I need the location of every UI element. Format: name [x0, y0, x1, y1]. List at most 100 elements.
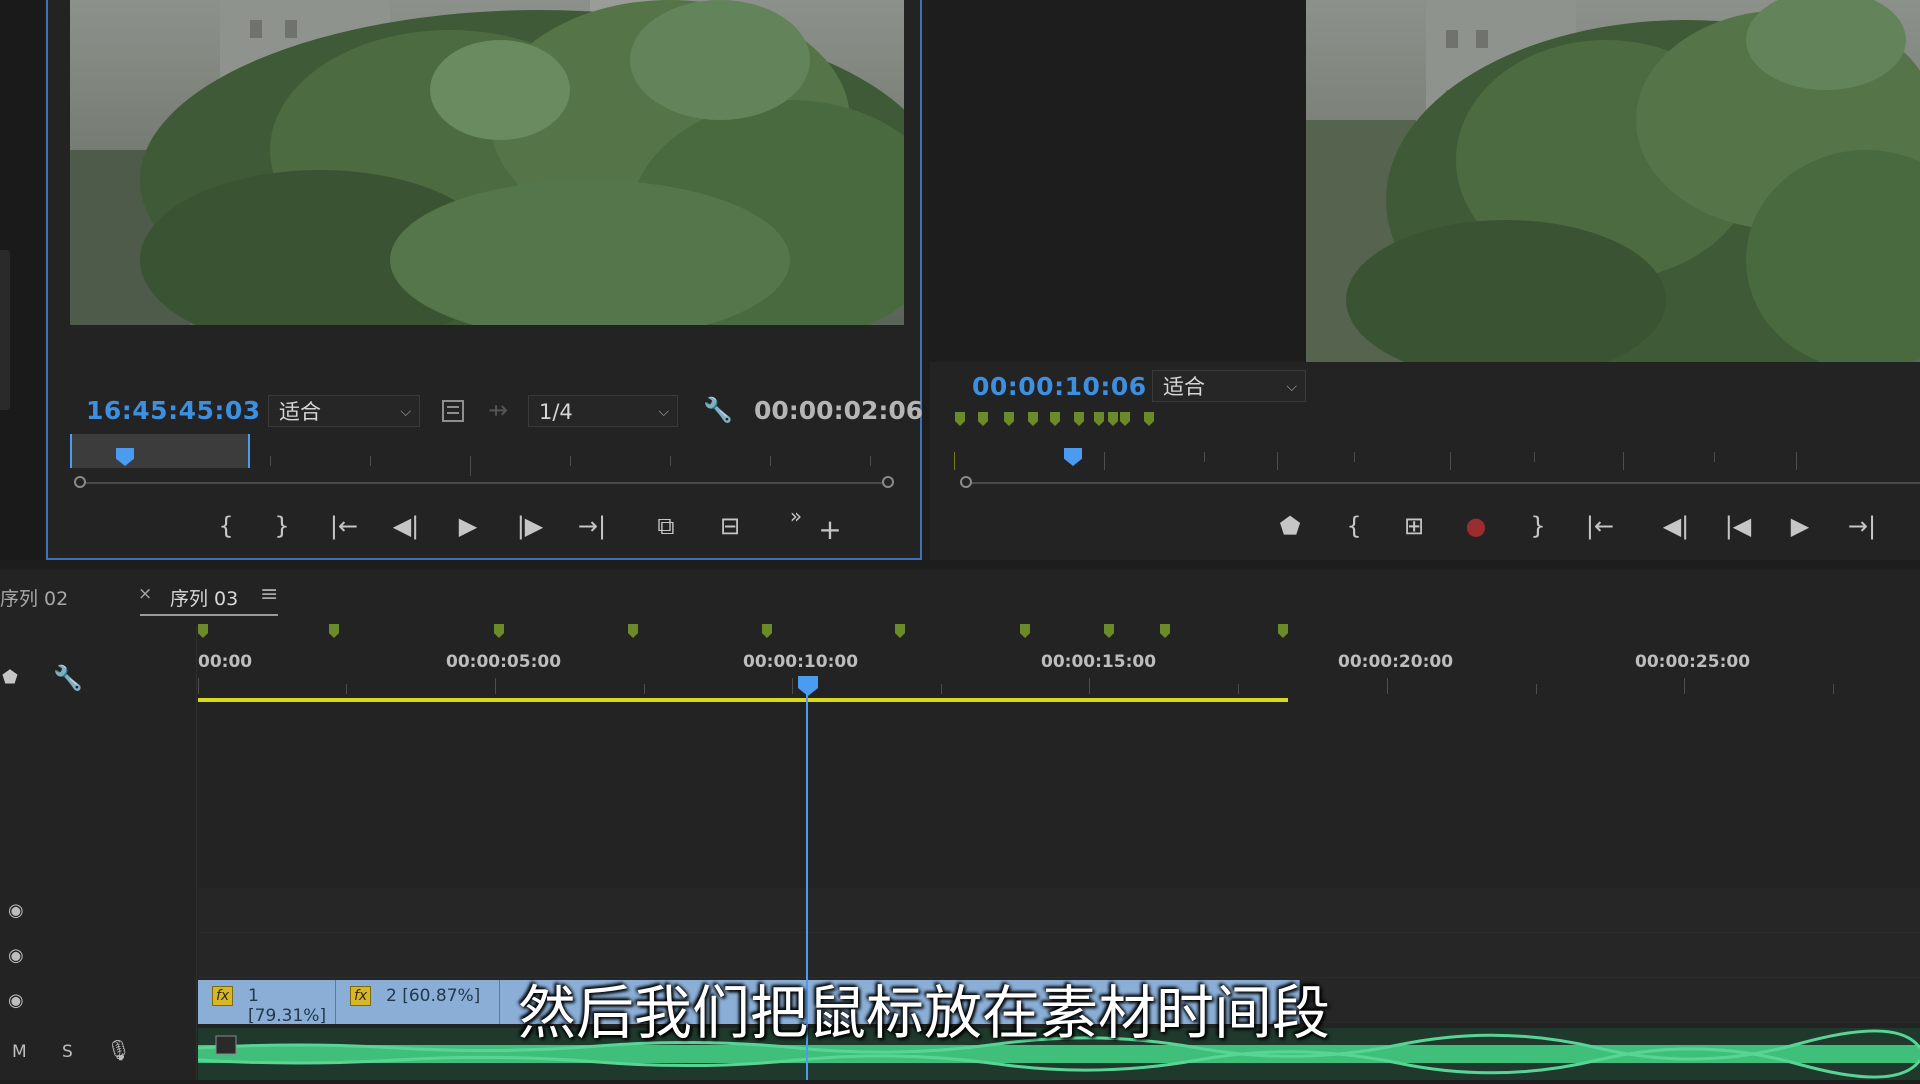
go-to-in-button[interactable]: |← [326, 508, 362, 544]
ruler-label: 00:00 [198, 652, 253, 672]
mute-button[interactable]: M [12, 1042, 27, 1062]
source-monitor-panel: 16:45:45:03 适合 ⌵ ⇸ 1/4 ⌵ 🔧 00:00:02:06 {… [46, 0, 924, 560]
marker[interactable] [1074, 412, 1084, 426]
marker[interactable] [1160, 624, 1170, 638]
clip-label: 1 [79.31%] [248, 986, 327, 1026]
program-letterbox [930, 0, 1306, 362]
marker[interactable] [1104, 624, 1114, 638]
left-panel-edge [0, 0, 44, 560]
source-fit-dropdown[interactable]: 适合 ⌵ [268, 395, 420, 427]
clip[interactable]: fx 1 [79.31%] [198, 980, 336, 1026]
marker[interactable] [1028, 412, 1038, 426]
wrench-icon[interactable]: 🔧 [700, 392, 736, 428]
source-zoom-bar[interactable] [78, 482, 888, 484]
tab-sequence-03[interactable]: 序列 03 [170, 584, 238, 611]
source-duration-timecode: 00:00:02:06 [754, 396, 924, 425]
clip[interactable]: fx 2 [60.87%] [336, 980, 500, 1024]
source-zoom-handle-left[interactable] [74, 476, 86, 488]
marker[interactable] [329, 624, 339, 638]
play-button[interactable]: ▶ [1782, 508, 1818, 544]
timeline-ruler-ticks [198, 678, 1920, 694]
ruler-label: 00:00:15:00 [1041, 652, 1157, 672]
program-fit-dropdown[interactable]: 适合 ⌵ [1152, 370, 1306, 402]
subtitle-caption: 然后我们把鼠标放在素材时间段 [518, 979, 1331, 1047]
marker[interactable] [1144, 412, 1154, 426]
mark-out-button[interactable]: } [264, 508, 300, 544]
tab-sequence-02[interactable]: 序列 02 [0, 584, 68, 611]
marker[interactable] [628, 624, 638, 638]
active-tab-underline [140, 614, 278, 616]
ruler-label: 00:00:10:00 [743, 652, 859, 672]
eye-icon[interactable]: ◉ [8, 900, 24, 921]
program-ruler-ticks [954, 452, 1920, 474]
overwrite-button[interactable]: ⊟ [712, 508, 748, 544]
source-fit-label: 适合 [279, 400, 321, 424]
program-video-frame [1306, 0, 1920, 362]
timeline-marker-strip [198, 624, 1920, 644]
work-area-bar[interactable] [198, 698, 1288, 702]
close-icon[interactable]: × [138, 584, 152, 604]
go-to-previous-edit-button[interactable]: |◀ [1720, 508, 1756, 544]
mark-in-button[interactable]: { [208, 508, 244, 544]
clip-label: 2 [60.87%] [386, 986, 481, 1006]
record-button[interactable]: ● [1458, 508, 1494, 544]
audio-track-header: M S 🎙 [0, 1024, 196, 1080]
add-marker-button[interactable]: ⬟ [1272, 508, 1308, 544]
marker[interactable] [1278, 624, 1288, 638]
source-video-frame [70, 0, 904, 325]
settings-icon[interactable] [442, 400, 464, 422]
fx-badge-icon: fx [212, 986, 234, 1006]
wrench-icon[interactable]: 🔧 [50, 660, 86, 696]
mark-in-button[interactable]: { [1336, 508, 1372, 544]
program-zoom-bar[interactable] [960, 482, 1920, 484]
mark-out-button[interactable]: } [1520, 508, 1556, 544]
step-back-button[interactable]: ◀| [1658, 508, 1694, 544]
program-fit-label: 适合 [1163, 375, 1205, 399]
chevron-down-icon: ⌵ [400, 404, 411, 420]
step-back-button[interactable]: ◀| [388, 508, 424, 544]
add-button-icon[interactable]: + [812, 512, 848, 548]
microphone-icon[interactable]: 🎙 [106, 1038, 131, 1062]
play-button[interactable]: ▶ [450, 508, 486, 544]
source-ruler-ticks [70, 456, 904, 476]
ruler-label: 00:00:25:00 [1635, 652, 1751, 672]
program-marker-strip [930, 412, 1920, 432]
source-resolution-dropdown[interactable]: 1/4 ⌵ [528, 395, 678, 427]
marker[interactable] [1120, 412, 1130, 426]
source-playhead-timecode[interactable]: 16:45:45:03 [86, 396, 261, 425]
source-resolution-label: 1/4 [539, 400, 573, 424]
marker[interactable] [198, 624, 208, 638]
marker[interactable] [895, 624, 905, 638]
go-to-out-button[interactable]: →| [1844, 508, 1880, 544]
marker[interactable] [978, 412, 988, 426]
marker[interactable] [1094, 412, 1104, 426]
more-controls-icon[interactable]: » [778, 498, 814, 534]
ruler-label: 00:00:05:00 [446, 652, 562, 672]
step-forward-button[interactable]: |▶ [512, 508, 548, 544]
video-track-3 [198, 888, 1920, 933]
chevron-down-icon: ⌵ [658, 404, 669, 420]
comparison-view-button[interactable]: ⊞ [1396, 508, 1432, 544]
go-to-in-button[interactable]: |← [1582, 508, 1618, 544]
marker[interactable] [1108, 412, 1118, 426]
marker[interactable] [1004, 412, 1014, 426]
timeline-header-column [0, 626, 197, 1080]
solo-button[interactable]: S [62, 1042, 73, 1062]
eye-icon[interactable]: ◉ [8, 945, 24, 966]
chevron-down-icon: ⌵ [1286, 379, 1297, 395]
marker[interactable] [494, 624, 504, 638]
panel-menu-icon[interactable]: ≡ [260, 582, 278, 607]
drag-video-icon[interactable]: ⇸ [480, 392, 516, 428]
source-zoom-handle-right[interactable] [882, 476, 894, 488]
program-zoom-handle-left[interactable] [960, 476, 972, 488]
marker[interactable] [1050, 412, 1060, 426]
go-to-out-button[interactable]: →| [574, 508, 610, 544]
fx-badge-icon: fx [350, 986, 372, 1006]
add-marker-icon[interactable]: ⬟ [0, 660, 28, 696]
marker[interactable] [762, 624, 772, 638]
eye-icon[interactable]: ◉ [8, 990, 24, 1011]
marker[interactable] [1020, 624, 1030, 638]
marker[interactable] [955, 412, 965, 426]
insert-button[interactable]: ⧉ [648, 508, 684, 544]
program-playhead-timecode[interactable]: 00:00:10:06 [972, 372, 1147, 401]
